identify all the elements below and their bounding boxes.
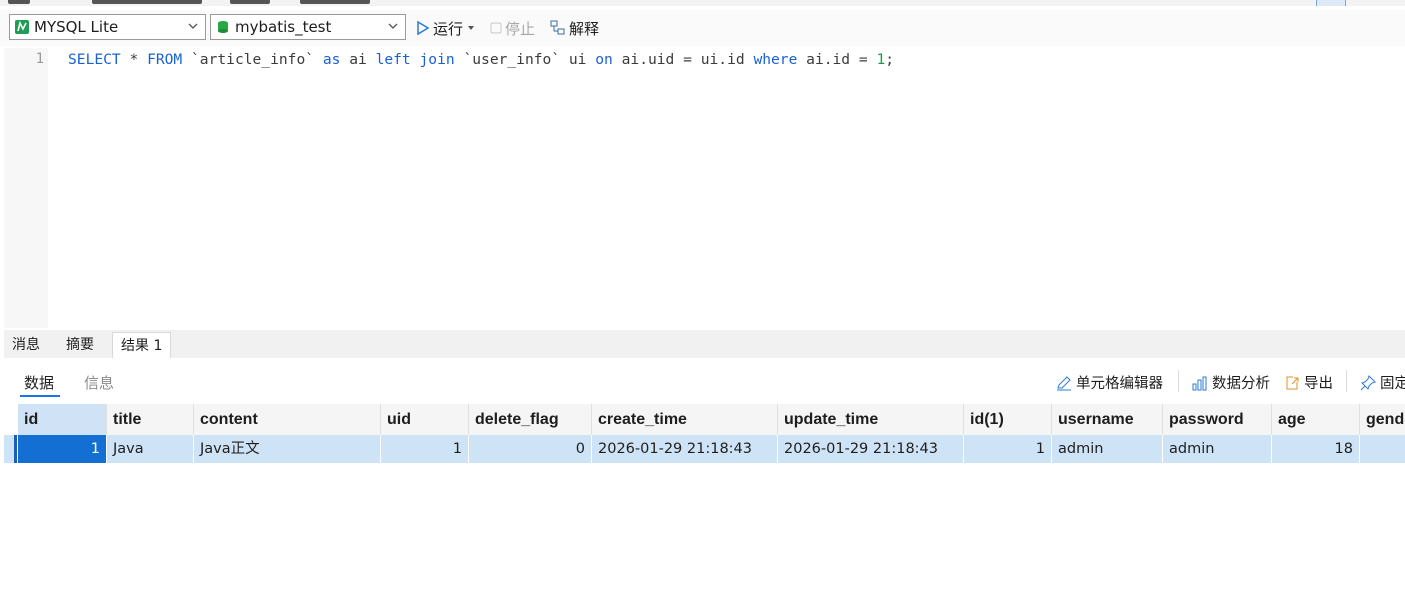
pin-icon: [1360, 374, 1376, 390]
export-label: 导出: [1304, 376, 1333, 392]
sql-keyword: join: [419, 51, 455, 68]
sql-keyword: left: [375, 51, 411, 68]
sql-text: ai.uid = ui.id: [612, 51, 754, 68]
tab-summary[interactable]: 摘要: [58, 332, 102, 358]
cell-editor-button[interactable]: 单元格编辑器: [1056, 372, 1163, 393]
query-toolbar: MYSQL Lite mybatis_test 运行 停止 解释: [0, 10, 1405, 46]
sql-text: ai: [340, 51, 376, 68]
layout-toggle-button[interactable]: [1316, 0, 1346, 6]
sql-keyword: as: [322, 51, 341, 68]
column-header-uid[interactable]: uid: [381, 404, 469, 435]
divider: [1178, 370, 1179, 392]
sql-keyword: on: [595, 51, 613, 68]
table-cell[interactable]: 18: [1272, 435, 1360, 463]
sql-keyword: where: [753, 51, 798, 68]
play-icon: [417, 20, 430, 36]
table-cell[interactable]: admin: [1052, 435, 1163, 463]
column-header-username[interactable]: username: [1052, 404, 1163, 435]
table-cell[interactable]: 1: [18, 435, 107, 463]
subtab-data[interactable]: 数据: [24, 372, 54, 393]
export-button[interactable]: 导出: [1284, 372, 1333, 393]
result-subbar: 数据 信息 单元格编辑器 数据分析 导出 固定: [4, 358, 1405, 402]
stop-icon: [490, 22, 502, 34]
subtab-info[interactable]: 信息: [84, 372, 114, 393]
column-header-title[interactable]: title: [107, 404, 194, 435]
run-button[interactable]: 运行: [416, 16, 476, 40]
run-options-chevron-icon[interactable]: [466, 23, 476, 33]
column-header-delete-flag[interactable]: delete_flag: [469, 404, 592, 435]
connection-label: MYSQL Lite: [34, 18, 119, 36]
tab-result-1[interactable]: 结果 1: [112, 332, 172, 358]
cell-editor-label: 单元格编辑器: [1076, 376, 1163, 392]
current-row-indicator: [14, 435, 17, 463]
sql-number: 1: [876, 51, 886, 68]
chevron-down-icon: [188, 23, 198, 29]
database-icon: [218, 21, 228, 33]
sql-query-line[interactable]: SELECT * FROM `article_info` as ai left …: [68, 51, 894, 68]
column-header-id[interactable]: id: [18, 404, 107, 435]
column-header-update-time[interactable]: update_time: [778, 404, 964, 435]
sql-keyword: SELECT: [68, 51, 121, 68]
active-subtab-indicator: [20, 395, 60, 397]
explain-button[interactable]: 解释: [550, 16, 599, 40]
table-cell[interactable]: 1: [964, 435, 1052, 463]
data-analysis-label: 数据分析: [1212, 376, 1270, 392]
column-header-id-1-[interactable]: id(1): [964, 404, 1052, 435]
column-header-content[interactable]: content: [194, 404, 381, 435]
top-tabbar-remnant: [0, 0, 1405, 6]
sql-editor[interactable]: 1 SELECT * FROM `article_info` as ai lef…: [4, 48, 1405, 328]
pin-button[interactable]: 固定: [1360, 372, 1405, 393]
table-cell[interactable]: 2026-01-29 21:18:43: [778, 435, 964, 463]
connection-select[interactable]: MYSQL Lite: [9, 14, 206, 40]
edit-icon: [1057, 375, 1071, 390]
table-cell[interactable]: Java: [107, 435, 194, 463]
sql-text: `user_info` ui: [454, 51, 596, 68]
divider: [1346, 370, 1347, 392]
table-cell[interactable]: 1: [381, 435, 469, 463]
result-grid[interactable]: id title content uid delete_flag create_time u…: [4, 404, 1405, 590]
explain-icon: [550, 20, 565, 35]
sql-text: *: [120, 51, 148, 68]
result-tabs: 消息 摘要 结果 1: [4, 330, 1405, 358]
table-cell[interactable]: admin: [1163, 435, 1272, 463]
sql-keyword: FROM: [147, 51, 183, 68]
column-header-create-time[interactable]: create_time: [592, 404, 778, 435]
sql-text: `article_info`: [182, 51, 323, 68]
table-cell[interactable]: 2026-01-29 21:18:43: [592, 435, 778, 463]
line-gutter: 1: [4, 48, 48, 328]
column-header-age[interactable]: age: [1272, 404, 1360, 435]
table-cell[interactable]: 0: [469, 435, 592, 463]
pin-label: 固定: [1380, 376, 1405, 392]
mysql-connection-icon: [15, 20, 29, 34]
stop-label: 停止: [505, 19, 536, 38]
data-analysis-button[interactable]: 数据分析: [1192, 372, 1270, 393]
line-number: 1: [35, 51, 44, 67]
stop-button[interactable]: 停止: [490, 16, 535, 40]
column-header-password[interactable]: password: [1163, 404, 1272, 435]
sql-text: ;: [885, 51, 895, 68]
bar-chart-icon: [1192, 376, 1207, 390]
database-label: mybatis_test: [235, 18, 332, 36]
database-select[interactable]: mybatis_test: [210, 14, 406, 40]
column-header-gender[interactable]: gender: [1360, 404, 1405, 435]
table-cell[interactable]: [1360, 435, 1405, 463]
table-cell[interactable]: Java正文: [194, 435, 381, 463]
run-label: 运行: [433, 19, 464, 38]
export-icon: [1286, 376, 1299, 389]
chevron-down-icon: [388, 23, 398, 29]
tab-messages[interactable]: 消息: [4, 332, 48, 358]
explain-label: 解释: [569, 19, 600, 38]
sql-text: ai.id =: [797, 51, 877, 68]
